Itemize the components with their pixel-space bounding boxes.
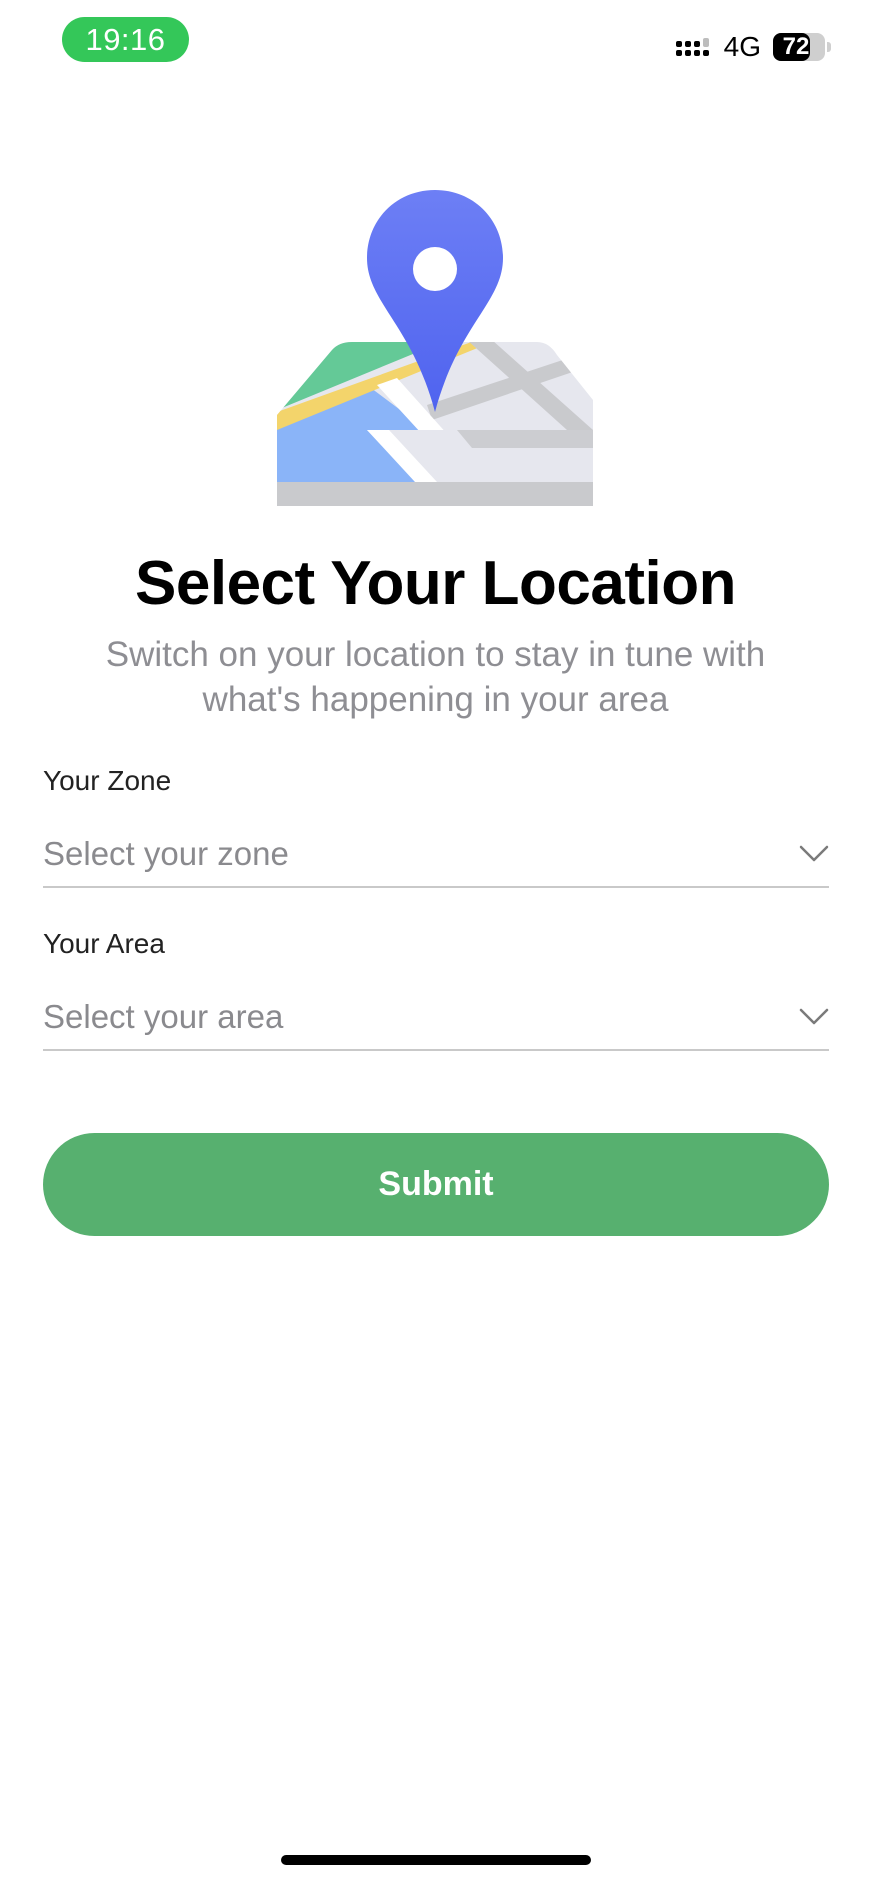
area-select[interactable]: Select your area xyxy=(43,985,829,1051)
battery-level: 72 xyxy=(782,33,810,60)
status-bar: 19:16 4G 72 xyxy=(0,0,871,90)
cellular-signal-icon xyxy=(675,35,712,59)
network-type: 4G xyxy=(723,31,761,62)
zone-select[interactable]: Select your zone xyxy=(43,822,829,888)
page-subtitle: Switch on your location to stay in tune … xyxy=(105,635,766,719)
area-label: Your Area xyxy=(43,928,165,959)
map-location-pin-icon xyxy=(277,190,593,506)
battery-icon: 72 xyxy=(773,33,831,61)
area-select-placeholder: Select your area xyxy=(43,998,284,1035)
status-time[interactable]: 19:16 xyxy=(62,17,189,62)
zone-label: Your Zone xyxy=(43,765,172,796)
status-indicators: 4G 72 xyxy=(675,30,831,64)
home-indicator[interactable] xyxy=(281,1855,591,1865)
submit-button[interactable]: Submit xyxy=(43,1133,829,1236)
battery-tip xyxy=(827,42,831,52)
page-title: Select Your Location xyxy=(135,549,736,618)
chevron-down-icon xyxy=(799,845,829,863)
zone-select-placeholder: Select your zone xyxy=(43,835,289,872)
chevron-down-icon xyxy=(799,1008,829,1026)
